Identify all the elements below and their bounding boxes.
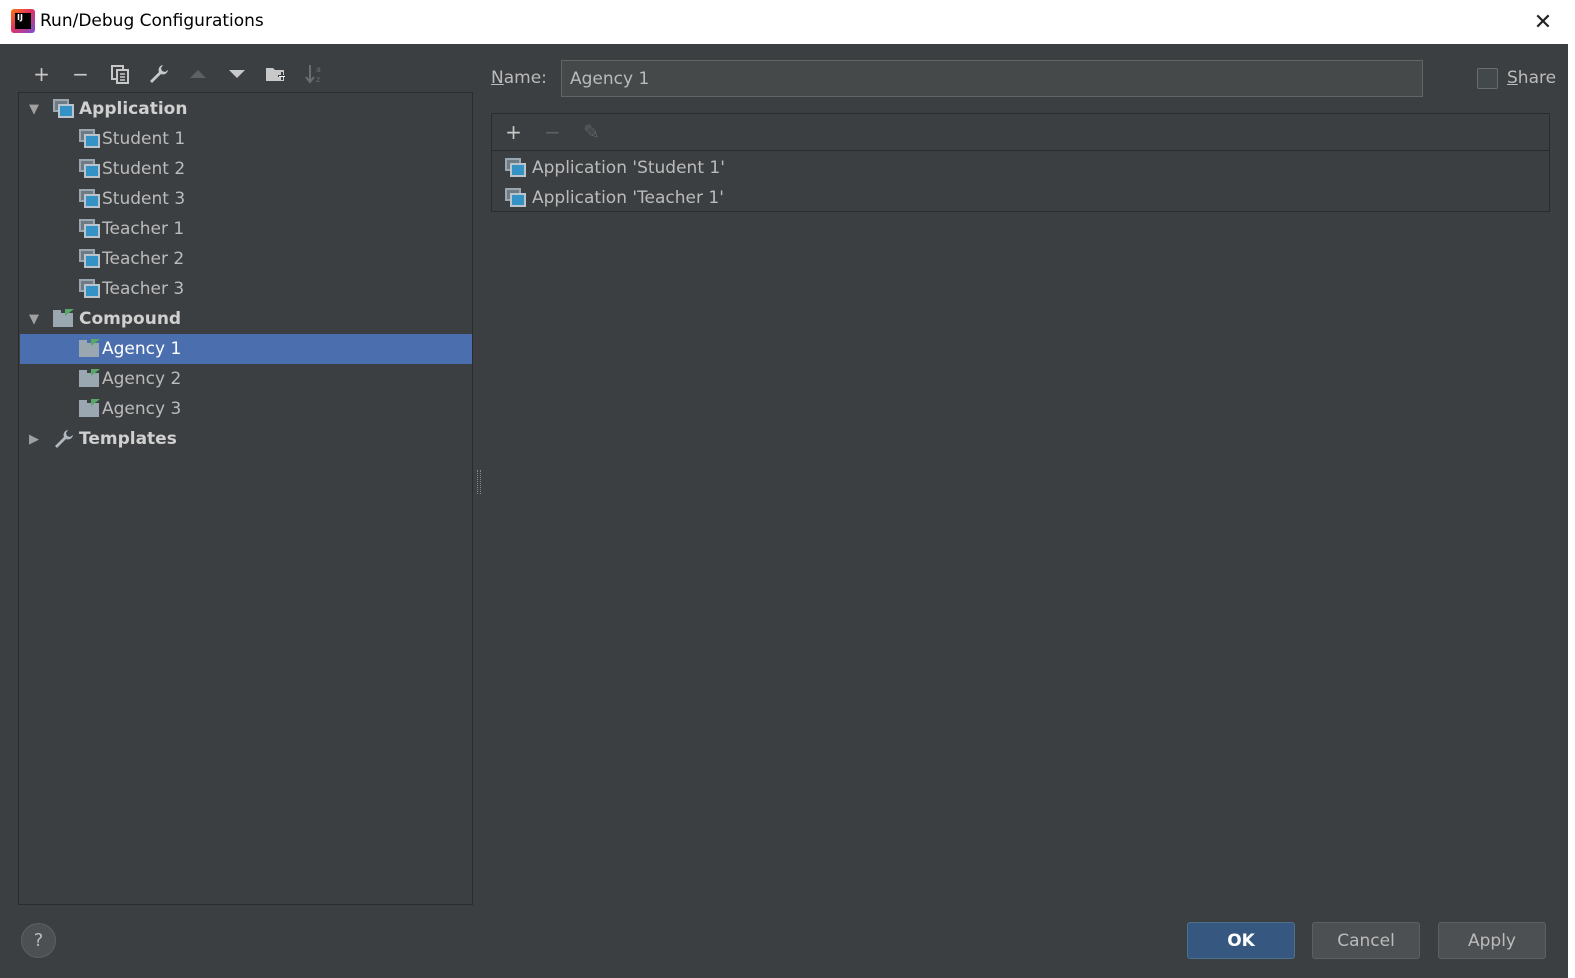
tree-item[interactable]: Student 2 xyxy=(20,154,472,184)
chevron-down-icon[interactable]: ▼ xyxy=(26,311,42,327)
new-folder-icon[interactable] xyxy=(256,59,295,89)
tree-item[interactable]: Agency 2 xyxy=(20,364,472,394)
edit-pencil-icon[interactable]: ✎ xyxy=(572,117,611,147)
application-icon xyxy=(79,219,101,239)
application-icon xyxy=(79,279,101,299)
tree-item-selected[interactable]: Agency 1 xyxy=(20,334,472,364)
wrench-icon[interactable] xyxy=(139,59,178,89)
compound-folder-icon xyxy=(79,399,101,419)
close-icon[interactable]: ✕ xyxy=(1527,6,1559,38)
application-icon xyxy=(79,249,101,269)
share-label[interactable]: Share xyxy=(1507,68,1556,88)
tree-group-compound[interactable]: ▼ Compound xyxy=(20,304,472,334)
compound-configurations-list: + − ✎ Application 'Student 1' Applicatio… xyxy=(491,113,1550,212)
chevron-right-icon[interactable]: ▶ xyxy=(26,431,42,447)
ok-button[interactable]: OK xyxy=(1187,922,1295,959)
share-checkbox[interactable] xyxy=(1477,68,1498,89)
application-icon xyxy=(53,99,75,119)
compound-folder-icon xyxy=(79,339,101,359)
remove-icon[interactable]: − xyxy=(533,117,572,147)
tree-group-application[interactable]: ▼ Application xyxy=(20,94,472,124)
title-bar: IJ Run/Debug Configurations ✕ xyxy=(0,0,1568,44)
tree-item[interactable]: Student 1 xyxy=(20,124,472,154)
add-icon[interactable]: + xyxy=(494,117,533,147)
intellij-logo-icon: IJ xyxy=(11,9,35,33)
add-icon[interactable]: + xyxy=(22,59,61,89)
cancel-button[interactable]: Cancel xyxy=(1312,922,1420,959)
compound-folder-icon xyxy=(53,309,75,329)
tree-item[interactable]: Agency 3 xyxy=(20,394,472,424)
application-icon xyxy=(79,129,101,149)
application-icon xyxy=(505,188,527,208)
configurations-tree[interactable]: ▼ Application Student 1 Student 2 Studen… xyxy=(18,92,473,905)
list-item[interactable]: Application 'Teacher 1' xyxy=(505,183,1545,213)
apply-button[interactable]: Apply xyxy=(1438,922,1546,959)
compound-folder-icon xyxy=(79,369,101,389)
name-input[interactable] xyxy=(561,60,1423,97)
tree-item[interactable]: Student 3 xyxy=(20,184,472,214)
application-icon xyxy=(79,159,101,179)
list-toolbar: + − ✎ xyxy=(492,114,1549,151)
svg-text:z: z xyxy=(316,75,320,84)
application-icon xyxy=(505,158,527,178)
chevron-down-icon[interactable]: ▼ xyxy=(26,101,42,117)
application-icon xyxy=(79,189,101,209)
tree-item[interactable]: Teacher 2 xyxy=(20,244,472,274)
copy-icon[interactable] xyxy=(100,59,139,89)
wrench-icon xyxy=(53,428,75,450)
remove-icon[interactable]: − xyxy=(61,59,100,89)
list-item[interactable]: Application 'Student 1' xyxy=(505,153,1545,183)
tree-group-templates[interactable]: ▶ Templates xyxy=(20,424,472,454)
name-label: Name: xyxy=(491,68,547,88)
move-down-icon[interactable] xyxy=(217,59,256,89)
sort-icon[interactable]: a z xyxy=(295,59,334,89)
panel-splitter-handle[interactable] xyxy=(477,470,481,494)
svg-text:a: a xyxy=(316,65,321,74)
tree-item[interactable]: Teacher 3 xyxy=(20,274,472,304)
configurations-toolbar: + − a z xyxy=(22,58,334,90)
window-title: Run/Debug Configurations xyxy=(40,11,264,31)
window-edge xyxy=(1568,0,1575,978)
help-button[interactable]: ? xyxy=(21,923,56,958)
move-up-icon[interactable] xyxy=(178,59,217,89)
tree-item[interactable]: Teacher 1 xyxy=(20,214,472,244)
